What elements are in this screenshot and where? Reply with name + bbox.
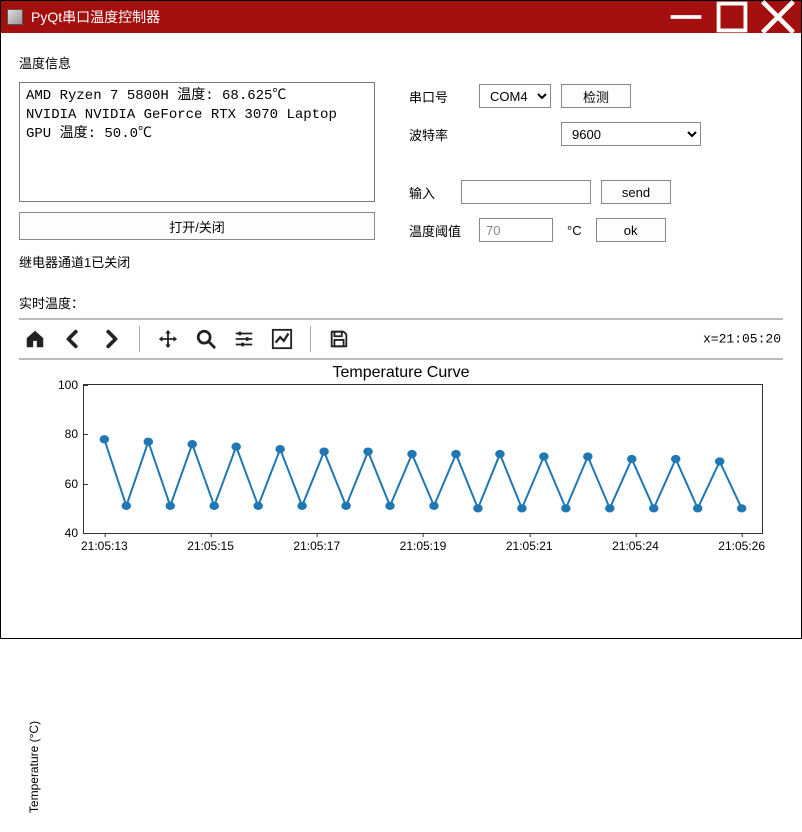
temp-info-box[interactable]: AMD Ryzen 7 5800H 温度: 68.625℃ NVIDIA NVI… bbox=[19, 82, 375, 202]
title-bar: PyQt串口温度控制器 bbox=[1, 1, 801, 33]
app-icon bbox=[7, 9, 23, 25]
detect-button[interactable]: 检测 bbox=[561, 84, 631, 108]
zoom-icon[interactable] bbox=[194, 327, 218, 351]
cursor-coord: x=21:05:20 bbox=[703, 332, 781, 347]
plot-toolbar: x=21:05:20 bbox=[19, 318, 783, 360]
chart-line-icon[interactable] bbox=[270, 327, 294, 351]
back-icon[interactable] bbox=[61, 327, 85, 351]
home-icon[interactable] bbox=[23, 327, 47, 351]
ok-label: ok bbox=[624, 223, 638, 238]
chart-plot[interactable]: 40608010021:05:1321:05:1521:05:1721:05:1… bbox=[83, 384, 763, 534]
chart-title: Temperature Curve bbox=[19, 364, 783, 382]
threshold-input[interactable] bbox=[479, 218, 553, 242]
detect-label: 检测 bbox=[583, 87, 609, 106]
realtime-temp-label: 实时温度： bbox=[19, 293, 783, 312]
send-button[interactable]: send bbox=[601, 180, 671, 204]
open-close-label: 打开/关闭 bbox=[169, 217, 225, 236]
temp-info-label: 温度信息 bbox=[19, 53, 783, 72]
send-input[interactable] bbox=[461, 180, 591, 204]
close-button[interactable] bbox=[755, 1, 801, 33]
serial-port-label: 串口号 bbox=[409, 87, 469, 106]
pan-icon[interactable] bbox=[156, 327, 180, 351]
baud-rate-select[interactable]: 9600 bbox=[561, 122, 701, 146]
send-label: send bbox=[622, 185, 650, 200]
window-title: PyQt串口温度控制器 bbox=[31, 7, 160, 27]
ok-button[interactable]: ok bbox=[596, 218, 666, 242]
relay-status: 继电器通道1已关闭 bbox=[19, 252, 379, 271]
configure-icon[interactable] bbox=[232, 327, 256, 351]
forward-icon[interactable] bbox=[99, 327, 123, 351]
save-icon[interactable] bbox=[327, 327, 351, 351]
chart-area: Temperature Curve Temperature (°C) 40608… bbox=[19, 364, 783, 534]
open-close-button[interactable]: 打开/关闭 bbox=[19, 212, 375, 240]
y-axis-label: Temperature (°C) bbox=[27, 702, 41, 832]
serial-port-select[interactable]: COM4 bbox=[479, 84, 551, 108]
maximize-button[interactable] bbox=[709, 1, 755, 33]
threshold-label: 温度阈值 bbox=[409, 221, 469, 240]
baud-rate-label: 波特率 bbox=[409, 125, 469, 144]
input-label: 输入 bbox=[409, 183, 451, 202]
degc-label: °C bbox=[567, 223, 582, 238]
minimize-button[interactable] bbox=[663, 1, 709, 33]
